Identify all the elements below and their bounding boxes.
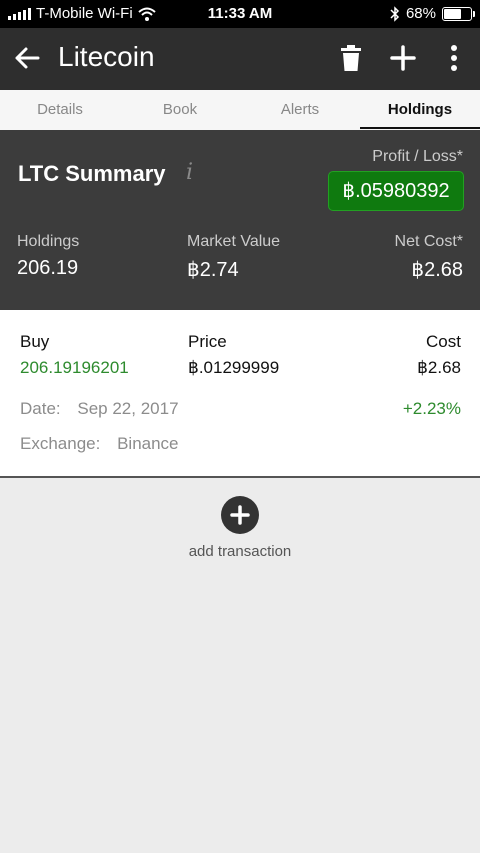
net-cost-label: Net Cost* (394, 233, 463, 250)
exchange-value: Binance (117, 434, 179, 453)
plus-icon (390, 45, 416, 71)
holding-amount: 206.19196201 (20, 358, 129, 377)
change-percent: +2.23% (402, 399, 461, 418)
tab-bar: Details Book Alerts Holdings (0, 90, 480, 130)
info-icon[interactable]: i (186, 160, 193, 185)
summary-title: LTC Summary (18, 161, 166, 186)
add-transaction-button[interactable] (221, 496, 259, 534)
signal-icon (8, 7, 31, 20)
app-bar: Litecoin (0, 28, 480, 90)
status-right: 68% (390, 5, 475, 22)
status-bar: T-Mobile Wi-Fi 11:33 AM 68% (0, 0, 480, 28)
carrier-label: T-Mobile Wi-Fi (36, 5, 133, 22)
battery-icon (442, 6, 475, 21)
trash-icon (341, 45, 361, 71)
tab-book[interactable]: Book (120, 90, 240, 130)
holding-type-label: Buy (20, 332, 50, 351)
battery-percent: 68% (405, 5, 436, 22)
profit-loss-label: Profit / Loss* (372, 148, 463, 165)
cost-value: ฿2.68 (417, 358, 461, 377)
back-button[interactable] (10, 41, 44, 75)
holdings-label: Holdings (17, 233, 80, 250)
page-title: Litecoin (58, 41, 155, 72)
status-left: T-Mobile Wi-Fi (8, 5, 156, 22)
profit-loss-badge: ฿.05980392 (328, 171, 464, 211)
wifi-icon (138, 7, 156, 21)
holdings-value: 206.19 (17, 257, 79, 279)
back-arrow-icon (15, 47, 40, 69)
battery-fill (444, 8, 462, 19)
cost-label: Cost (426, 332, 461, 351)
tab-alerts[interactable]: Alerts (240, 90, 360, 130)
market-value-label: Market Value (187, 233, 281, 250)
price-label: Price (188, 332, 227, 351)
summary-panel: LTC Summary i Profit / Loss* ฿.05980392 … (0, 130, 480, 310)
tab-holdings[interactable]: Holdings (360, 90, 480, 130)
add-transaction-label[interactable]: add transaction (0, 543, 480, 560)
add-transaction[interactable]: add transaction (0, 496, 480, 560)
holding-entry[interactable]: Buy 206.19196201 Price ฿.01299999 Cost ฿… (0, 310, 480, 478)
more-options-button[interactable] (437, 41, 471, 75)
net-cost-value: ฿2.68 (411, 259, 463, 281)
date-label: Date: (20, 399, 61, 418)
date-row: Date: Sep 22, 2017 (20, 399, 179, 419)
market-value-value: ฿2.74 (187, 259, 239, 281)
exchange-row: Exchange: Binance (20, 434, 179, 454)
date-value: Sep 22, 2017 (77, 399, 179, 418)
delete-button[interactable] (334, 41, 368, 75)
more-vert-icon (451, 45, 457, 71)
add-circle-icon (230, 505, 250, 525)
exchange-label: Exchange: (20, 434, 101, 453)
add-button[interactable] (386, 41, 420, 75)
price-value: ฿.01299999 (188, 358, 280, 377)
tab-details[interactable]: Details (0, 90, 120, 130)
bluetooth-icon (390, 5, 400, 22)
